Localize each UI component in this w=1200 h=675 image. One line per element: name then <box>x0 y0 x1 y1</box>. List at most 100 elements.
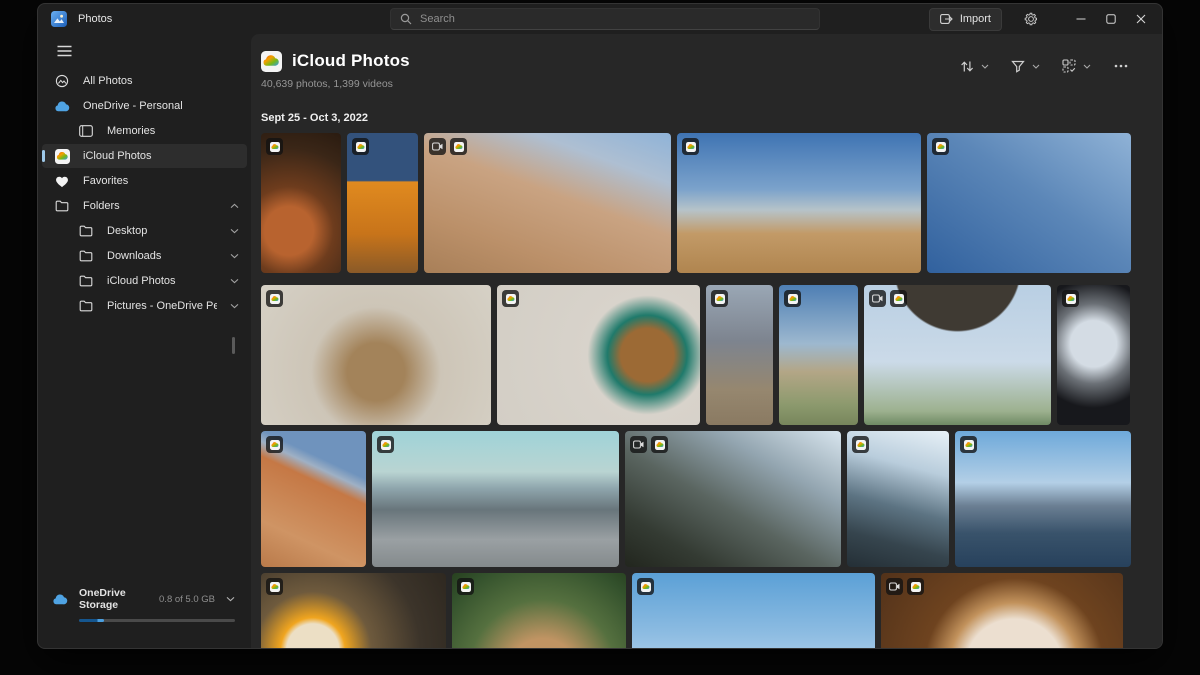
maximize-icon <box>1106 14 1116 24</box>
chevron-down-icon[interactable] <box>226 596 235 602</box>
photo-thumbnail[interactable] <box>847 431 949 567</box>
folder-icon <box>78 225 94 237</box>
photo-thumbnail[interactable] <box>424 133 671 273</box>
photo-badges <box>429 138 467 155</box>
import-icon <box>940 13 953 25</box>
select-button[interactable] <box>1057 55 1096 77</box>
photo-thumbnail[interactable] <box>261 133 341 273</box>
video-badge-icon <box>886 578 903 595</box>
sidebar-item-label: All Photos <box>83 75 239 87</box>
photo-badges <box>352 138 369 155</box>
icloud-badge-icon <box>784 290 801 307</box>
ellipsis-icon <box>1114 64 1128 68</box>
photo-badges <box>637 578 654 595</box>
import-label: Import <box>960 13 991 25</box>
photo-badges <box>784 290 801 307</box>
photo-thumbnail[interactable] <box>625 431 841 567</box>
sidebar-item-favorites[interactable]: Favorites <box>42 169 247 193</box>
chevron-down-icon <box>1032 64 1040 69</box>
sidebar-item-onedrive-personal[interactable]: OneDrive - Personal <box>42 94 247 118</box>
photos-app-icon <box>51 11 67 27</box>
photo-badges <box>711 290 728 307</box>
storage-progress-bar <box>79 619 235 622</box>
photos-app-window: Photos Import <box>37 3 1163 649</box>
photo-thumbnail[interactable] <box>261 285 491 425</box>
icloud-badge-icon <box>266 578 283 595</box>
onedrive-storage: OneDrive Storage 0.8 of 5.0 GB <box>52 587 235 622</box>
icloud-badge-icon <box>266 290 283 307</box>
maximize-button[interactable] <box>1096 4 1126 34</box>
folder-icon <box>78 250 94 262</box>
icloud-badge-icon <box>266 138 283 155</box>
minimize-button[interactable] <box>1066 4 1096 34</box>
sidebar: All Photos OneDrive - Personal Memories … <box>38 34 251 648</box>
menu-button[interactable] <box>50 39 78 63</box>
sidebar-item-pictures-onedrive[interactable]: Pictures - OneDrive Personal <box>42 294 247 318</box>
search-input[interactable] <box>420 13 810 25</box>
video-badge-icon <box>429 138 446 155</box>
menu-icon <box>57 45 72 57</box>
minimize-icon <box>1076 14 1086 24</box>
sidebar-item-downloads[interactable]: Downloads <box>42 244 247 268</box>
icloud-badge-icon <box>266 436 283 453</box>
sidebar-item-icloud-photos[interactable]: iCloud Photos <box>42 144 247 168</box>
filter-button[interactable] <box>1006 56 1045 77</box>
photo-thumbnail[interactable] <box>779 285 858 425</box>
sidebar-item-label: Pictures - OneDrive Personal <box>107 300 217 312</box>
photo-thumbnail[interactable] <box>452 573 626 648</box>
icloud-badge-icon <box>682 138 699 155</box>
photo-thumbnail[interactable] <box>677 133 921 273</box>
photo-thumbnail[interactable] <box>706 285 773 425</box>
sidebar-item-icloud-photos-folder[interactable]: iCloud Photos <box>42 269 247 293</box>
photo-thumbnail[interactable] <box>261 573 446 648</box>
folder-icon <box>78 275 94 287</box>
sidebar-item-memories[interactable]: Memories <box>42 119 247 143</box>
photo-thumbnail[interactable] <box>347 133 418 273</box>
settings-button[interactable] <box>1018 6 1044 32</box>
icloud-badge-icon <box>907 578 924 595</box>
onedrive-cloud-icon <box>52 594 68 605</box>
photo-thumbnail[interactable] <box>497 285 700 425</box>
photo-thumbnail[interactable] <box>927 133 1131 273</box>
sidebar-item-all-photos[interactable]: All Photos <box>42 69 247 93</box>
more-options-button[interactable] <box>1108 60 1134 72</box>
photo-badges <box>852 436 869 453</box>
icloud-badge-icon <box>932 138 949 155</box>
chevron-down-icon <box>230 253 239 259</box>
grid-toolbar <box>955 55 1134 77</box>
photo-thumbnail[interactable] <box>632 573 875 648</box>
icloud-badge-icon <box>890 290 907 307</box>
photo-thumbnail[interactable] <box>955 431 1131 567</box>
sidebar-item-label: iCloud Photos <box>83 150 239 162</box>
photo-badges <box>960 436 977 453</box>
close-icon <box>1136 14 1146 24</box>
photo-badges <box>932 138 949 155</box>
photo-thumbnail[interactable] <box>881 573 1123 648</box>
close-button[interactable] <box>1126 4 1156 34</box>
title-bar: Photos Import <box>38 4 1162 34</box>
sidebar-item-label: Downloads <box>107 250 217 262</box>
photo-badges <box>630 436 668 453</box>
photo-thumbnail[interactable] <box>261 431 366 567</box>
photo-badges <box>266 290 283 307</box>
sidebar-item-label: Favorites <box>83 175 239 187</box>
icloud-badge-icon <box>377 436 394 453</box>
import-button[interactable]: Import <box>929 8 1002 31</box>
sort-button[interactable] <box>955 56 994 77</box>
chevron-down-icon <box>1083 64 1091 69</box>
photo-thumbnail[interactable] <box>1057 285 1130 425</box>
sidebar-item-folders[interactable]: Folders <box>42 194 247 218</box>
search-box[interactable] <box>390 8 820 30</box>
select-icon <box>1062 59 1076 73</box>
photo-grid <box>261 133 1162 648</box>
photo-badges <box>1062 290 1079 307</box>
photo-thumbnail[interactable] <box>864 285 1051 425</box>
storage-usage: 0.8 of 5.0 GB <box>159 594 215 605</box>
video-badge-icon <box>630 436 647 453</box>
photo-thumbnail[interactable] <box>372 431 619 567</box>
photo-badges <box>377 436 394 453</box>
icloud-badge-icon <box>352 138 369 155</box>
sidebar-scrollbar-thumb[interactable] <box>232 337 235 354</box>
icloud-badge-icon <box>502 290 519 307</box>
sidebar-item-desktop[interactable]: Desktop <box>42 219 247 243</box>
